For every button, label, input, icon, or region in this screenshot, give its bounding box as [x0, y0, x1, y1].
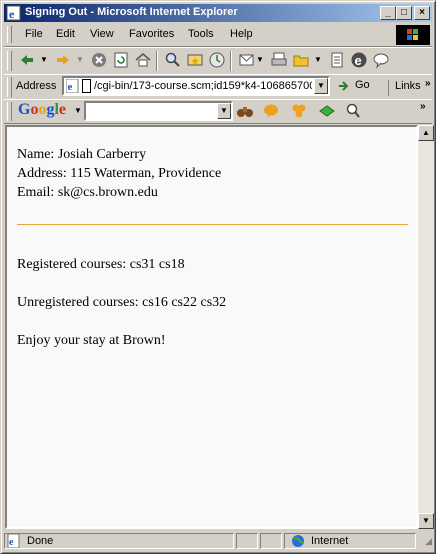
mail-icon[interactable]: [238, 51, 256, 69]
toolbar-separator: [156, 51, 158, 71]
forward-icon[interactable]: [54, 51, 72, 69]
menu-bar: File Edit View Favorites Tools Help: [4, 24, 432, 47]
status-bar: e Done Internet ◢: [4, 532, 432, 550]
name-line: Name: Josiah Carberry: [17, 147, 147, 162]
toolbar-separator: [230, 51, 232, 71]
svg-text:e: e: [9, 537, 14, 548]
go-arrow-icon: [339, 81, 349, 91]
chevron-right-icon: »: [425, 78, 431, 89]
forward-dropdown-icon[interactable]: ▼: [76, 55, 84, 64]
registered-courses: Registered courses: cs31 cs18: [17, 257, 185, 272]
folder-dropdown-icon[interactable]: ▼: [314, 55, 322, 64]
go-label: Go: [355, 79, 370, 91]
horizontal-rule: [17, 224, 408, 225]
windows-logo: [396, 25, 430, 45]
google-menu-dropdown-icon[interactable]: ▼: [74, 106, 82, 115]
page-info-icon[interactable]: [318, 102, 336, 120]
address-url[interactable]: /cgi-bin/173-course.scm;id159*k4-1068657…: [94, 80, 312, 92]
svg-text:e: e: [9, 7, 15, 21]
google-search-dropdown-icon[interactable]: ▼: [217, 103, 231, 119]
zone-panel: Internet: [284, 533, 416, 549]
messenger-icon[interactable]: [372, 51, 390, 69]
address-field[interactable]: e /cgi-bin/173-course.scm;id159*k4-10686…: [62, 76, 330, 96]
mail-dropdown-icon[interactable]: ▼: [256, 55, 264, 64]
ie-e-icon[interactable]: e: [350, 51, 368, 69]
search-site-icon[interactable]: [262, 102, 280, 120]
folder-icon[interactable]: [292, 51, 310, 69]
ie-icon: e: [6, 5, 21, 21]
scroll-up-icon[interactable]: ▲: [418, 125, 434, 141]
address-line: Address: 115 Waterman, Providence: [17, 166, 222, 181]
menu-view[interactable]: View: [90, 28, 114, 40]
search-icon[interactable]: [164, 51, 182, 69]
stop-icon[interactable]: [90, 51, 108, 69]
vertical-scrollbar[interactable]: ▲ ▼: [418, 125, 434, 529]
page-done-icon: e: [7, 534, 20, 548]
menu-favorites[interactable]: Favorites: [129, 28, 174, 40]
address-grip[interactable]: [7, 77, 12, 97]
google-logo[interactable]: Google: [18, 101, 66, 119]
back-icon[interactable]: [18, 51, 36, 69]
links-label: Links: [395, 80, 421, 92]
back-dropdown-icon[interactable]: ▼: [40, 55, 48, 64]
menu-file[interactable]: File: [25, 28, 43, 40]
pagerank-icon[interactable]: [290, 102, 308, 120]
browser-window: e Signing Out - Microsoft Internet Explo…: [0, 0, 436, 554]
favorites-icon[interactable]: [186, 51, 204, 69]
close-button[interactable]: ×: [414, 6, 430, 20]
standard-toolbar: ▼ ▼ ▼ ▼ e: [4, 47, 432, 75]
address-dropdown-icon[interactable]: ▼: [314, 78, 328, 94]
toolbar-grip[interactable]: [7, 51, 12, 71]
address-label: Address: [16, 80, 57, 92]
scroll-down-icon[interactable]: ▼: [418, 513, 434, 529]
minimize-button[interactable]: _: [380, 6, 396, 20]
status-panel: e Done: [4, 533, 234, 549]
highlight-icon[interactable]: [344, 102, 362, 120]
menu-grip[interactable]: [7, 26, 12, 43]
edit-page-icon[interactable]: [328, 51, 346, 69]
status-panel-blank: [260, 533, 282, 549]
google-chevron-icon[interactable]: »: [420, 101, 426, 112]
history-icon[interactable]: [208, 51, 226, 69]
google-search-input[interactable]: ▼: [84, 101, 233, 121]
resize-grip-icon[interactable]: ◢: [425, 536, 432, 547]
menu-edit[interactable]: Edit: [56, 28, 75, 40]
menu-tools[interactable]: Tools: [188, 28, 214, 40]
links-button[interactable]: Links »: [388, 78, 431, 96]
refresh-icon[interactable]: [112, 51, 130, 69]
farewell-text: Enjoy your stay at Brown!: [17, 333, 166, 348]
cursor-box: [82, 79, 91, 93]
page-content: Name: Josiah Carberry Address: 115 Water…: [5, 125, 418, 529]
email-line: Email: sk@cs.brown.edu: [17, 185, 158, 200]
maximize-button[interactable]: □: [396, 6, 412, 20]
title-bar[interactable]: e Signing Out - Microsoft Internet Explo…: [4, 4, 432, 22]
google-grip[interactable]: [7, 102, 12, 121]
window-title: Signing Out - Microsoft Internet Explore…: [25, 6, 238, 18]
address-toolbar: Address e /cgi-bin/173-course.scm;id159*…: [4, 74, 432, 100]
status-panel-blank: [236, 533, 258, 549]
windows-flag-icon: [407, 29, 418, 40]
page-e-icon: e: [66, 79, 79, 93]
menu-help[interactable]: Help: [230, 28, 253, 40]
zone-text: Internet: [311, 535, 349, 547]
home-icon[interactable]: [134, 51, 152, 69]
globe-icon: [292, 535, 304, 547]
print-icon[interactable]: [270, 51, 288, 69]
svg-text:e: e: [68, 81, 73, 93]
status-text: Done: [27, 535, 54, 547]
binoculars-icon[interactable]: [236, 102, 254, 120]
unregistered-courses: Unregistered courses: cs16 cs22 cs32: [17, 295, 227, 310]
google-toolbar: Google ▼ ▼ »: [4, 99, 432, 124]
svg-text:e: e: [355, 53, 362, 68]
